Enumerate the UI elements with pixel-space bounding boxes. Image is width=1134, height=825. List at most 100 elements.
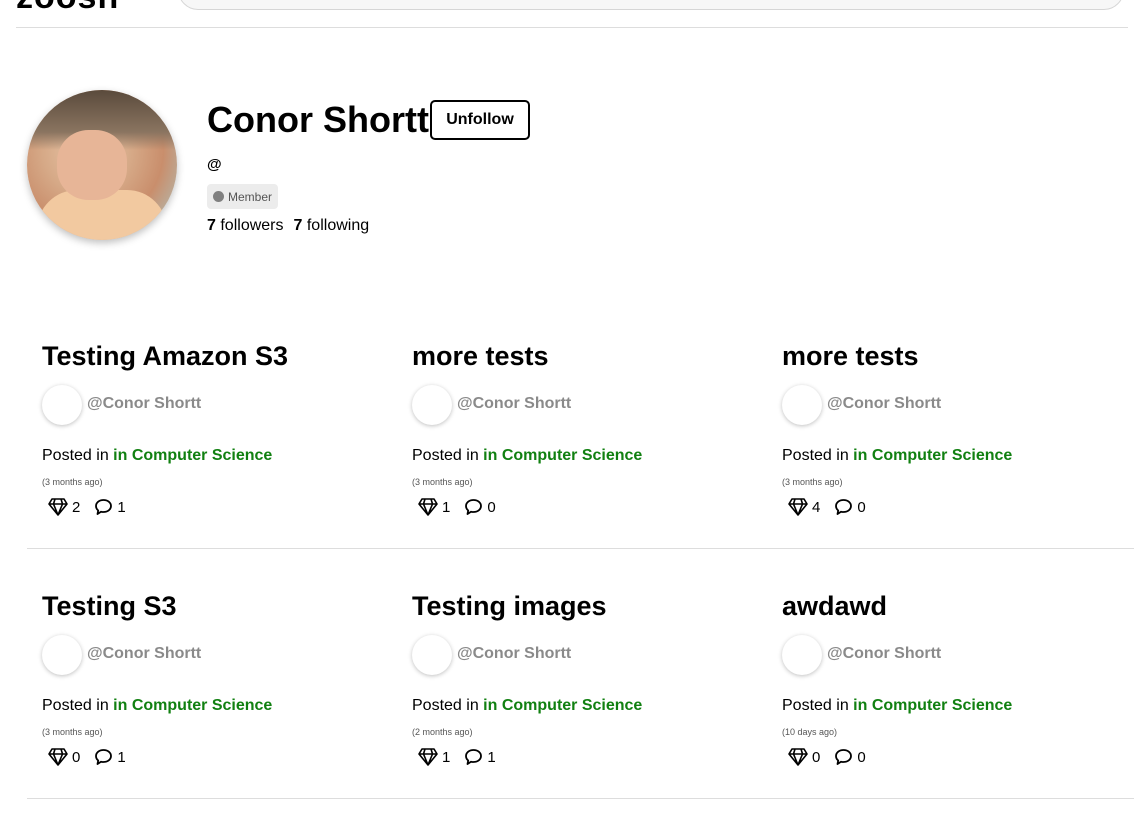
category-link[interactable]: in Computer Science bbox=[113, 447, 272, 464]
gem-count: 1 bbox=[442, 498, 451, 516]
post-stats: 11 bbox=[418, 748, 510, 766]
site-logo[interactable]: zoosh bbox=[16, 0, 119, 17]
category-link[interactable]: in Computer Science bbox=[853, 447, 1012, 464]
post-time: (3 months ago) bbox=[782, 477, 843, 487]
post-stats: 00 bbox=[788, 748, 880, 766]
post-stats: 10 bbox=[418, 498, 510, 516]
post-author[interactable]: @Conor Shortt bbox=[827, 645, 941, 663]
post-card[interactable]: more tests @Conor Shortt Posted in in Comp… bbox=[412, 339, 742, 539]
post-title[interactable]: Testing Amazon S3 bbox=[42, 339, 288, 373]
post-time: (3 months ago) bbox=[42, 727, 103, 737]
gem-icon bbox=[48, 498, 68, 516]
gem-icon bbox=[418, 748, 438, 766]
gem-count: 1 bbox=[442, 748, 451, 766]
posted-in-label: Posted in bbox=[782, 447, 849, 464]
search-input[interactable] bbox=[178, 0, 1124, 10]
gem-button[interactable]: 0 bbox=[788, 748, 820, 766]
category-link[interactable]: in Computer Science bbox=[113, 697, 272, 714]
post-card[interactable]: Testing Amazon S3 @Conor Shortt Posted in … bbox=[42, 339, 372, 539]
post-author[interactable]: @Conor Shortt bbox=[457, 395, 571, 413]
posted-in-label: Posted in bbox=[42, 697, 109, 714]
comment-bubble-icon bbox=[94, 748, 113, 766]
profile-avatar bbox=[27, 90, 177, 240]
post-stats: 21 bbox=[48, 498, 140, 516]
post-card[interactable]: more tests @Conor Shortt Posted in in Comp… bbox=[782, 339, 1112, 539]
author-avatar[interactable] bbox=[42, 385, 82, 425]
posted-in-label: Posted in bbox=[42, 447, 109, 464]
post-time: (2 months ago) bbox=[412, 727, 473, 737]
post-card[interactable]: Testing S3 @Conor Shortt Posted in in Comp… bbox=[42, 589, 372, 789]
comment-count: 0 bbox=[857, 748, 866, 766]
post-author[interactable]: @Conor Shortt bbox=[827, 395, 941, 413]
gem-count: 2 bbox=[72, 498, 81, 516]
category-link[interactable]: in Computer Science bbox=[483, 447, 642, 464]
following-link[interactable]: 7 following bbox=[294, 217, 370, 235]
gem-button[interactable]: 2 bbox=[48, 498, 80, 516]
role-badge-label: Member bbox=[228, 189, 273, 204]
comment-button[interactable]: 1 bbox=[94, 748, 126, 766]
post-category-line: Posted in in Computer Science bbox=[42, 447, 272, 465]
post-category-line: Posted in in Computer Science bbox=[412, 697, 642, 715]
author-avatar[interactable] bbox=[782, 635, 822, 675]
profile-name: Conor Shortt bbox=[207, 99, 429, 140]
category-link[interactable]: in Computer Science bbox=[483, 697, 642, 714]
author-avatar[interactable] bbox=[412, 635, 452, 675]
comment-count: 1 bbox=[487, 748, 496, 766]
gem-count: 0 bbox=[812, 748, 821, 766]
author-avatar[interactable] bbox=[412, 385, 452, 425]
post-time: (3 months ago) bbox=[412, 477, 473, 487]
post-title[interactable]: more tests bbox=[782, 339, 919, 373]
comment-button[interactable]: 0 bbox=[464, 498, 496, 516]
comment-button[interactable]: 1 bbox=[464, 748, 496, 766]
category-link[interactable]: in Computer Science bbox=[853, 697, 1012, 714]
profile-handle: @ bbox=[207, 156, 222, 173]
gem-button[interactable]: 0 bbox=[48, 748, 80, 766]
post-time: (3 months ago) bbox=[42, 477, 103, 487]
post-category-line: Posted in in Computer Science bbox=[412, 447, 642, 465]
gem-button[interactable]: 4 bbox=[788, 498, 820, 516]
post-author[interactable]: @Conor Shortt bbox=[87, 395, 201, 413]
post-title[interactable]: more tests bbox=[412, 339, 549, 373]
author-avatar[interactable] bbox=[42, 635, 82, 675]
comment-count: 1 bbox=[117, 748, 126, 766]
posted-in-label: Posted in bbox=[412, 697, 479, 714]
post-title[interactable]: Testing S3 bbox=[42, 589, 177, 623]
row-divider bbox=[27, 548, 1134, 549]
followers-count: 7 bbox=[207, 217, 216, 234]
comment-bubble-icon bbox=[464, 748, 483, 766]
role-badge: Member bbox=[207, 184, 279, 209]
following-label: following bbox=[306, 217, 370, 234]
post-category-line: Posted in in Computer Science bbox=[782, 447, 1012, 465]
followers-link[interactable]: 7 followers bbox=[207, 217, 284, 235]
row-divider bbox=[27, 798, 1134, 799]
unfollow-button[interactable]: Unfollow bbox=[430, 100, 530, 140]
comment-count: 0 bbox=[857, 498, 866, 516]
post-card[interactable]: Testing images @Conor Shortt Posted in in … bbox=[412, 589, 742, 789]
followers-label: followers bbox=[220, 217, 284, 234]
gem-icon bbox=[48, 748, 68, 766]
header-divider bbox=[16, 27, 1128, 28]
comment-button[interactable]: 0 bbox=[834, 748, 866, 766]
post-title[interactable]: Testing images bbox=[412, 589, 607, 623]
post-stats: 40 bbox=[788, 498, 880, 516]
gem-button[interactable]: 1 bbox=[418, 748, 450, 766]
post-time: (10 days ago) bbox=[782, 727, 838, 737]
post-category-line: Posted in in Computer Science bbox=[42, 697, 272, 715]
top-bar: zoosh bbox=[0, 0, 1134, 28]
post-card[interactable]: awdawd @Conor Shortt Posted in in Computer… bbox=[782, 589, 1112, 789]
gem-button[interactable]: 1 bbox=[418, 498, 450, 516]
gem-icon bbox=[788, 498, 808, 516]
post-title[interactable]: awdawd bbox=[782, 589, 887, 623]
posted-in-label: Posted in bbox=[782, 697, 849, 714]
post-author[interactable]: @Conor Shortt bbox=[457, 645, 571, 663]
post-author[interactable]: @Conor Shortt bbox=[87, 645, 201, 663]
comment-button[interactable]: 1 bbox=[94, 498, 126, 516]
post-stats: 01 bbox=[48, 748, 140, 766]
gem-icon bbox=[788, 748, 808, 766]
post-category-line: Posted in in Computer Science bbox=[782, 697, 1012, 715]
comment-button[interactable]: 0 bbox=[834, 498, 866, 516]
profile-page: zoosh Conor Shortt Unfollow @ Member 7 f… bbox=[0, 0, 1134, 825]
author-avatar[interactable] bbox=[782, 385, 822, 425]
following-count: 7 bbox=[293, 217, 303, 234]
comment-bubble-icon bbox=[834, 748, 853, 766]
